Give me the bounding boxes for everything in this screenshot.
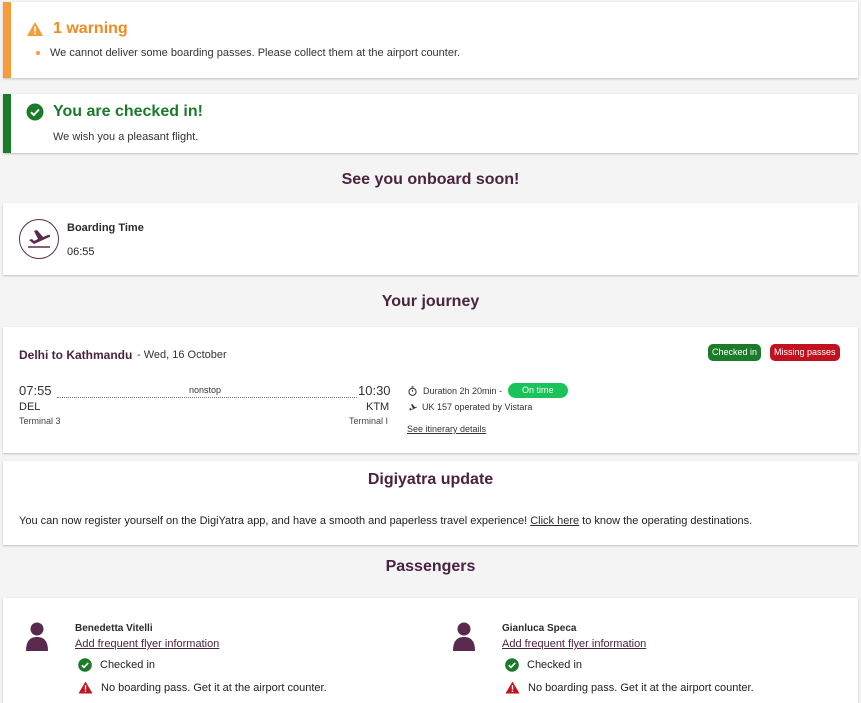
passenger-warning-text: No boarding pass. Get it at the airport … — [101, 681, 327, 694]
missing-passes-badge: Missing passes — [770, 344, 840, 361]
person-icon — [453, 622, 475, 651]
journey-heading: Your journey — [381, 293, 480, 310]
success-banner: You are checked in! We wish you a pleasa… — [3, 94, 858, 153]
person-icon — [26, 622, 48, 651]
plane-icon-circle — [19, 219, 59, 259]
journey-card: Delhi to Kathmandu - Wed, 16 October Che… — [3, 327, 858, 453]
boarding-time-label: Boarding Time — [67, 222, 144, 234]
plane-takeoff-icon — [28, 230, 51, 248]
passenger-status: Checked in — [505, 658, 582, 672]
passengers-card: Benedetta Vitelli Add frequent flyer inf… — [3, 598, 858, 703]
digiyatra-text: You can now register yourself on the Dig… — [19, 515, 752, 527]
digiyatra-text-before: You can now register yourself on the Dig… — [19, 515, 531, 527]
warning-icon — [27, 22, 43, 36]
alert-triangle-icon — [505, 681, 520, 694]
itinerary-details-link[interactable]: See itinerary details — [407, 424, 486, 434]
add-frequent-flyer-link[interactable]: Add frequent flyer information — [75, 638, 219, 650]
departure-terminal: Terminal 3 — [19, 416, 61, 426]
warning-message-text: We cannot deliver some boarding passes. … — [50, 47, 461, 59]
flight-date: - Wed, 16 October — [137, 349, 227, 361]
passengers-heading: Passengers — [385, 558, 476, 575]
boarding-time-card: Boarding Time 06:55 — [3, 203, 858, 275]
departure-time: 07:55 — [19, 383, 52, 398]
flight-row: UK 157 operated by Vistara — [408, 402, 532, 412]
success-title: You are checked in! — [26, 103, 203, 121]
digiyatra-click-here-link[interactable]: Click here — [530, 515, 579, 527]
boarding-time-value: 06:55 — [67, 246, 95, 258]
warning-title: 1 warning — [26, 20, 128, 38]
arrival-terminal: Terminal I — [349, 416, 389, 426]
route-line — [57, 397, 357, 398]
passenger-status-text: Checked in — [100, 659, 156, 671]
stops-label: nonstop — [189, 385, 222, 395]
duration-text: Duration 2h 20min - — [423, 385, 503, 396]
check-circle-icon — [78, 658, 92, 672]
check-circle-icon — [505, 658, 519, 672]
digiyatra-text-after: to know the operating destinations. — [579, 515, 753, 527]
passenger-warning-text: No boarding pass. Get it at the airport … — [528, 681, 754, 694]
check-circle-icon — [26, 103, 44, 121]
passenger-name: Benedetta Vitelli — [75, 623, 153, 634]
warning-title-text: 1 warning — [53, 20, 128, 37]
flight-number: UK 157 operated by Vistara — [422, 402, 533, 412]
passenger-status: Checked in — [78, 658, 155, 672]
success-title-text: You are checked in! — [53, 103, 203, 120]
warning-message: We cannot deliver some boarding passes. … — [36, 47, 460, 59]
add-frequent-flyer-link[interactable]: Add frequent flyer information — [502, 638, 646, 650]
route-title: Delhi to Kathmandu — [19, 348, 133, 362]
passenger-warning: No boarding pass. Get it at the airport … — [78, 681, 327, 694]
digiyatra-title: Digiyatra update — [367, 471, 494, 488]
digiyatra-card: Digiyatra update You can now register yo… — [3, 461, 858, 545]
alert-triangle-icon — [78, 681, 93, 694]
passenger-name: Gianluca Speca — [502, 623, 577, 634]
plane-icon — [409, 403, 417, 410]
departure-code: DEL — [19, 401, 41, 413]
passenger-status-text: Checked in — [527, 659, 583, 671]
arrival-time: 10:30 — [358, 383, 391, 398]
checked-in-badge: Checked in — [708, 344, 762, 361]
bullet-dot — [36, 51, 40, 55]
warning-banner: 1 warning We cannot deliver some boardin… — [3, 2, 858, 78]
arrival-code: KTM — [366, 401, 390, 413]
on-time-badge: On time — [508, 383, 568, 398]
duration-row: Duration 2h 20min - On time — [408, 383, 568, 398]
passenger-warning: No boarding pass. Get it at the airport … — [505, 681, 754, 694]
stopwatch-icon — [408, 385, 417, 396]
success-message: We wish you a pleasant flight. — [53, 131, 199, 143]
onboard-heading: See you onboard soon! — [341, 171, 520, 188]
